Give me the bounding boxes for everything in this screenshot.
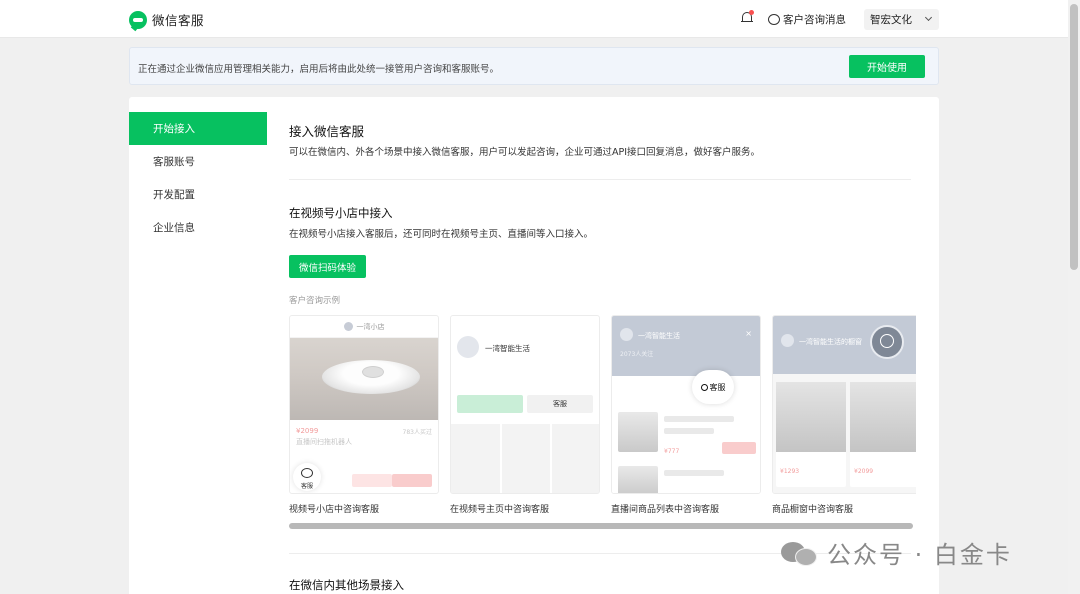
list-item-text [664, 428, 714, 434]
showcase-name: 一湾智能生活的橱窗 [799, 338, 862, 346]
showcase-item-price: ¥1293 [780, 468, 800, 475]
account-avatar [620, 328, 633, 341]
kefu-pill: 客服 [692, 370, 734, 404]
add-to-cart-placeholder [352, 474, 392, 487]
kefu-label: 客服 [709, 382, 726, 392]
chevron-down-icon [924, 13, 933, 22]
example-card-live[interactable]: 一湾智能生活 2073人关注 × ¥777 客服 [611, 315, 761, 494]
buy-placeholder [722, 442, 756, 454]
section-divider [289, 179, 911, 180]
kefu-bubble: 客服 [293, 463, 321, 491]
showcase-item-price: ¥2099 [854, 468, 874, 475]
viewer-count: 2073人关注 [620, 351, 654, 358]
example-caption-showcase: 商品橱窗中咨询客服 [772, 505, 854, 515]
sidebar-item-dev-config[interactable]: 开发配置 [129, 178, 267, 211]
chat-bubble-icon [768, 14, 780, 25]
channels-section-description: 在视频号小店接入客服后，还可同时在视频号主页、直播间等入口接入。 [289, 229, 594, 240]
robot-vacuum-image [322, 360, 420, 394]
start-using-button[interactable]: 开始使用 [849, 55, 925, 78]
sidebar-item-start[interactable]: 开始接入 [129, 112, 267, 145]
product-image [290, 338, 438, 420]
page-title: 接入微信客服 [289, 124, 365, 139]
unread-dot [749, 10, 754, 15]
sidebar-item-company-info[interactable]: 企业信息 [129, 211, 267, 244]
example-card-shop[interactable]: 一湾小店 ¥2099 783人买过 直播间扫拖机器人 客服 [289, 315, 439, 494]
product-sold-count: 783人买过 [402, 429, 432, 436]
watermark: 公众号 · 白金卡 [781, 535, 1012, 570]
main-card: 开始接入 客服账号 开发配置 企业信息 接入微信客服 可以在微信内、外各个场景中… [129, 97, 939, 594]
examples-carousel[interactable]: 一湾小店 ¥2099 783人买过 直播间扫拖机器人 客服 一湾智能生活 客服 [289, 315, 916, 495]
notification-bell-icon[interactable] [741, 10, 754, 25]
scan-to-try-button[interactable]: 微信扫码体验 [289, 255, 366, 278]
product-name: 直播间扫拖机器人 [296, 438, 352, 446]
page-scrollbar[interactable] [1068, 0, 1080, 594]
customer-messages-label: 客户咨询消息 [783, 14, 846, 26]
product-list-panel [612, 376, 760, 493]
notice-banner: 正在通过企业微信应用管理相关能力，启用后将由此处统一接管用户咨询和客服账号。 开… [129, 47, 939, 85]
page-description: 可以在微信内、外各个场景中接入微信客服，用户可以发起咨询，企业可通过API接口回… [289, 147, 761, 158]
sidebar: 开始接入 客服账号 开发配置 企业信息 [129, 112, 267, 244]
example-caption-profile: 在视频号主页中咨询客服 [450, 505, 550, 515]
example-card-profile[interactable]: 一湾智能生活 客服 [450, 315, 600, 494]
list-item-image [618, 412, 658, 452]
follow-button-placeholder [457, 395, 523, 413]
watermark-text: 公众号 · 白金卡 [827, 541, 1012, 569]
customer-messages-link[interactable]: 客户咨询消息 [768, 12, 846, 27]
live-header: 一湾智能生活 2073人关注 × [612, 316, 760, 376]
page-scrollbar-thumb[interactable] [1070, 4, 1078, 270]
showcase-item: ¥1293 [776, 382, 846, 487]
account-avatar [457, 336, 479, 358]
notice-text: 正在通过企业微信应用管理相关能力，启用后将由此处统一接管用户咨询和客服账号。 [138, 64, 500, 75]
chat-bubble-icon [301, 468, 313, 478]
close-icon: × [745, 329, 752, 338]
top-bar: 微信客服 客户咨询消息 智宏文化 [0, 0, 1068, 38]
showcase-item: ¥2099 [850, 382, 916, 487]
wechat-kefu-logo-icon [129, 10, 147, 29]
video-grid [451, 424, 599, 493]
org-name: 智宏文化 [870, 14, 912, 26]
account-name: 一湾智能生活 [638, 332, 680, 340]
list-item-image [618, 466, 658, 493]
example-card-showcase[interactable]: 一湾智能生活的橱窗 ¥1293 ¥2099 [772, 315, 916, 494]
product-price: ¥2099 [296, 427, 319, 435]
brand-name: 微信客服 [152, 13, 205, 28]
example-caption-shop: 视频号小店中咨询客服 [289, 505, 380, 515]
channels-section-title: 在视频号小店中接入 [289, 206, 393, 220]
shop-header: 一湾小店 [290, 316, 438, 338]
carousel-scrollbar[interactable] [289, 523, 913, 529]
kefu-label: 客服 [300, 483, 313, 490]
example-caption-live: 直播间商品列表中咨询客服 [611, 505, 720, 515]
showcase-grid: ¥1293 ¥2099 [773, 374, 916, 493]
headset-icon [700, 383, 708, 391]
list-item-text [664, 470, 724, 476]
org-switcher[interactable]: 智宏文化 [864, 9, 939, 30]
product-price: ¥777 [664, 448, 680, 455]
buy-placeholder [392, 474, 432, 487]
shop-avatar-icon [343, 322, 353, 331]
account-avatar [781, 334, 794, 347]
examples-label: 客户咨询示例 [289, 296, 341, 306]
account-name: 一湾智能生活 [485, 344, 530, 353]
wechat-icon [781, 538, 819, 568]
list-item-text [664, 416, 734, 422]
headset-icon [870, 325, 904, 359]
brand-logo[interactable]: 微信客服 [129, 10, 204, 29]
showcase-header: 一湾智能生活的橱窗 [773, 316, 916, 374]
sidebar-item-accounts[interactable]: 客服账号 [129, 145, 267, 178]
other-section-title: 在微信内其他场景接入 [289, 578, 404, 592]
kefu-button: 客服 [527, 395, 593, 413]
shop-name: 一湾小店 [356, 322, 385, 331]
